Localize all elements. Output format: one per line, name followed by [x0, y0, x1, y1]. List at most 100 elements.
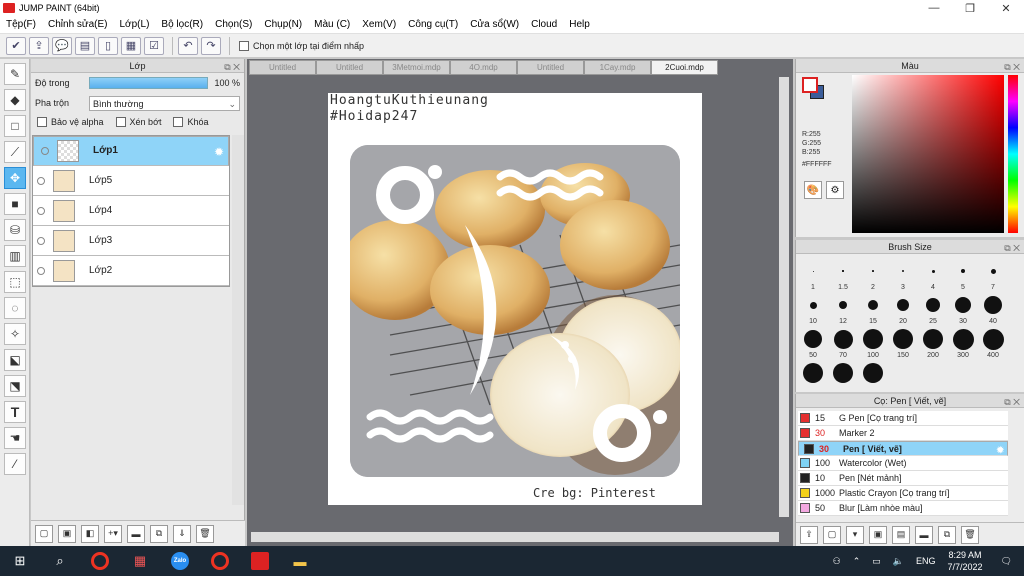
list-check-icon[interactable]: ☑	[144, 36, 164, 55]
eraser-tool-icon[interactable]: ◆	[4, 89, 26, 111]
menu-item[interactable]: Công cụ(T)	[402, 19, 464, 30]
brush-size-option[interactable]: 200	[918, 328, 948, 359]
brush-size-option[interactable]: 15	[858, 294, 888, 325]
brush-size-option[interactable]: 25	[918, 294, 948, 325]
bucket-tool-icon[interactable]: ⛁	[4, 219, 26, 241]
line-tool-icon[interactable]: ⟋	[4, 141, 26, 163]
menu-item[interactable]: Xem(V)	[356, 19, 402, 30]
menu-item[interactable]: Help	[563, 19, 596, 30]
protect-alpha-checkbox[interactable]: Bảo vệ alpha	[37, 117, 104, 127]
brush-delete-icon[interactable]: 🗑	[961, 525, 979, 544]
menu-item[interactable]: Lớp(L)	[114, 19, 156, 30]
brush-upload-icon[interactable]: ⇪	[800, 525, 818, 544]
page-icon[interactable]: ▯	[98, 36, 118, 55]
color-picker-square[interactable]	[852, 75, 1004, 233]
chevron-up-icon[interactable]: ⌃	[853, 556, 861, 567]
brush-size-option[interactable]: 100	[858, 328, 888, 359]
zalo-icon[interactable]: Zalo	[160, 546, 200, 576]
add-layer-menu-icon[interactable]: +▾	[104, 524, 122, 543]
brush-size-option[interactable]: 400	[978, 328, 1008, 359]
fill-rect-tool-icon[interactable]: ■	[4, 193, 26, 215]
menu-item[interactable]: Màu (C)	[308, 19, 356, 30]
menu-item[interactable]: Cloud	[525, 19, 563, 30]
brush-size-option[interactable]: 3	[888, 260, 918, 291]
brush-size-option[interactable]: 70	[828, 328, 858, 359]
menu-item[interactable]: Chỉnh sửa(E)	[42, 19, 114, 30]
document-tab[interactable]: 2Cuoi.mdp	[651, 60, 718, 75]
brush-size-option[interactable]: 10	[798, 294, 828, 325]
visibility-icon[interactable]	[37, 176, 45, 185]
people-icon[interactable]: ⚇	[833, 556, 841, 567]
eyedropper-tool-icon[interactable]: ⁄	[4, 453, 26, 475]
move-tool-icon[interactable]: ✥	[4, 167, 26, 189]
visibility-icon[interactable]	[41, 147, 49, 155]
brush-size-option[interactable]: 40	[978, 294, 1008, 325]
grid-panel-icon[interactable]: ▦	[121, 36, 141, 55]
brush-copy-icon[interactable]: ▣	[869, 525, 887, 544]
lock-checkbox[interactable]: Khóa	[173, 117, 209, 127]
menu-item[interactable]: Chụp(N)	[258, 19, 308, 30]
delete-layer-icon[interactable]: 🗑	[196, 524, 214, 543]
search-icon[interactable]: ⌕	[40, 546, 80, 576]
palette-icon[interactable]: 🎨	[804, 181, 822, 199]
close-button[interactable]: ✕	[988, 0, 1024, 16]
brush-menu-icon[interactable]: ▾	[846, 525, 864, 544]
undo-icon[interactable]: ↶	[178, 36, 198, 55]
rect-select-icon[interactable]: ⬚	[4, 271, 26, 293]
check-icon[interactable]: ✔	[6, 36, 26, 55]
windows-start-icon[interactable]: ⊞	[0, 546, 40, 576]
maximize-button[interactable]: ❐	[952, 0, 988, 16]
menu-item[interactable]: Bộ lọc(R)	[155, 19, 209, 30]
hue-slider[interactable]	[1008, 75, 1018, 233]
notification-icon[interactable]: 🗨	[1001, 556, 1012, 567]
document-tab[interactable]: Untitled	[249, 60, 316, 75]
brush-size-option[interactable]	[858, 362, 888, 386]
layer-row[interactable]: Lớp1 ✹	[33, 136, 229, 166]
network-icon[interactable]: ▭	[872, 556, 881, 567]
document-tab[interactable]: Untitled	[517, 60, 584, 75]
opera-gx-icon[interactable]	[200, 546, 240, 576]
brush-size-option[interactable]: 7	[978, 260, 1008, 291]
app-grid-icon[interactable]: ▦	[120, 546, 160, 576]
pick-layer-checkbox[interactable]: Chọn một lớp tại điểm nhấp	[239, 40, 364, 51]
brush-size-option[interactable]: 1.5	[828, 260, 858, 291]
palette-settings-icon[interactable]: ⚙	[826, 181, 844, 199]
brush-size-option[interactable]: 30	[948, 294, 978, 325]
language-indicator[interactable]: ENG	[916, 556, 936, 566]
duplicate-layer-icon[interactable]: ⧉	[150, 524, 168, 543]
brush-size-option[interactable]	[828, 362, 858, 386]
lasso-select-icon[interactable]: ◌	[4, 297, 26, 319]
pen-item[interactable]: 10 Pen [Nét mảnh]	[798, 471, 1008, 486]
brush-duplicate-icon[interactable]: ⧉	[938, 525, 956, 544]
panel-popout-icon[interactable]: ⧉ ✕	[1004, 241, 1020, 255]
volume-icon[interactable]: 🔈	[893, 556, 904, 567]
opacity-slider[interactable]	[89, 77, 208, 89]
menu-item[interactable]: Tệp(F)	[0, 19, 42, 30]
brush-size-option[interactable]: 5	[948, 260, 978, 291]
text-balloon-icon[interactable]: ▤	[75, 36, 95, 55]
brush-size-option[interactable]: 1	[798, 260, 828, 291]
export-icon[interactable]: ⇪	[29, 36, 49, 55]
redo-icon[interactable]: ↷	[201, 36, 221, 55]
panel-popout-icon[interactable]: ⧉ ✕	[224, 60, 240, 74]
layer-scrollbar[interactable]	[232, 135, 244, 505]
layer-row[interactable]: Lớp4	[33, 196, 229, 226]
document-tab[interactable]: 3Metmoi.mdp	[383, 60, 450, 75]
brush-size-option[interactable]	[798, 362, 828, 386]
pen-item[interactable]: 1000 Plastic Crayon [Cọ trang trí]	[798, 486, 1008, 501]
new-raster-layer-icon[interactable]: ▣	[58, 524, 76, 543]
pen-item[interactable]: 50 Blur [Làm nhòe màu]	[798, 501, 1008, 516]
document-hscroll[interactable]	[251, 532, 779, 542]
minimize-button[interactable]: —	[916, 0, 952, 16]
brush-size-option[interactable]: 4	[918, 260, 948, 291]
hand-tool-icon[interactable]: ☚	[4, 427, 26, 449]
color-swatches[interactable]	[802, 77, 828, 103]
brush-size-option[interactable]: 50	[798, 328, 828, 359]
new-layer-icon[interactable]: ▢	[35, 524, 53, 543]
document-tab[interactable]: 1Cay.mdp	[584, 60, 651, 75]
rectangle-tool-icon[interactable]: □	[4, 115, 26, 137]
gradient-tool-icon[interactable]: ▥	[4, 245, 26, 267]
add-brush-icon[interactable]: ▢	[823, 525, 841, 544]
magic-wand-icon[interactable]: ✧	[4, 323, 26, 345]
brush-size-option[interactable]: 20	[888, 294, 918, 325]
